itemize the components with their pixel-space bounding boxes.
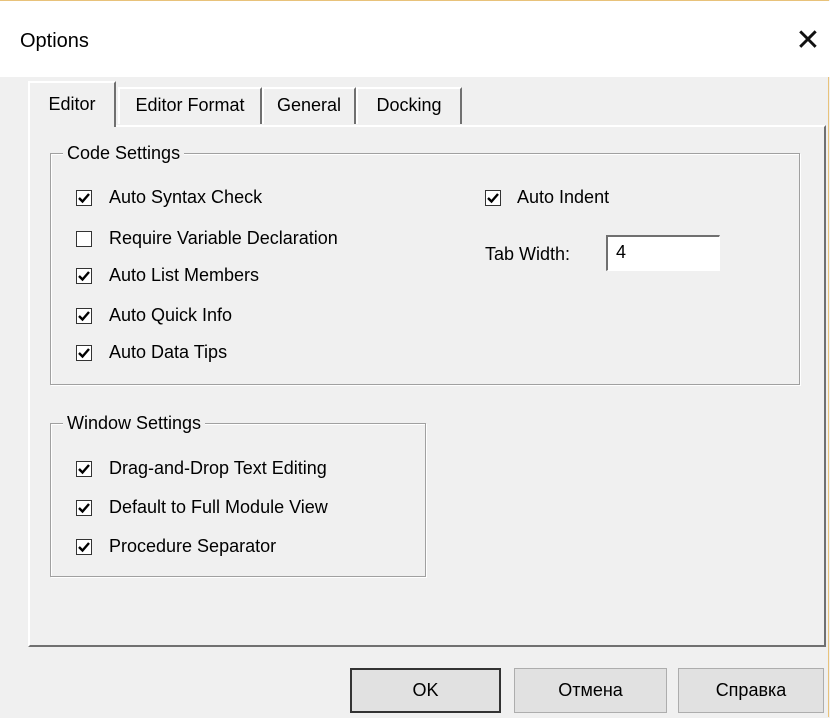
auto-list-members-checkbox[interactable]: Auto List Members [76, 265, 259, 286]
checkbox-label: Auto Indent [517, 187, 610, 207]
title-bar: Options ✕ [0, 1, 830, 77]
code-settings-legend: Code Settings [63, 141, 185, 165]
auto-syntax-check-checkbox[interactable]: Auto Syntax Check [76, 187, 262, 208]
tab-editor-format[interactable]: Editor Format [118, 87, 262, 124]
procedure-separator-checkbox[interactable]: Procedure Separator [76, 536, 276, 557]
checkbox-label: Procedure Separator [109, 536, 277, 556]
checkbox-box [76, 230, 92, 247]
checkbox-box [76, 499, 92, 516]
auto-data-tips-checkbox[interactable]: Auto Data Tips [76, 342, 227, 363]
checkbox-label: Default to Full Module View [109, 497, 328, 517]
tab-width-input[interactable]: 4 [606, 235, 720, 271]
checkbox-box [76, 189, 92, 206]
drag-and-drop-text-editing-checkbox[interactable]: Drag-and-Drop Text Editing [76, 458, 327, 479]
help-button[interactable]: Справка [678, 668, 824, 713]
require-variable-declaration-checkbox[interactable]: Require Variable Declaration [76, 228, 338, 249]
checkbox-label: Auto Syntax Check [109, 187, 263, 207]
checkbox-box [76, 460, 92, 477]
tab-general[interactable]: General [262, 87, 356, 124]
checkbox-box [76, 267, 92, 284]
checkbox-label: Auto Quick Info [109, 305, 233, 325]
tab-editor[interactable]: Editor [28, 81, 116, 127]
tab-docking[interactable]: Docking [356, 87, 462, 124]
checkbox-label: Auto Data Tips [109, 342, 228, 362]
auto-indent-checkbox[interactable]: Auto Indent [485, 187, 609, 208]
checkbox-box [76, 344, 92, 361]
checkbox-box [76, 307, 92, 324]
auto-quick-info-checkbox[interactable]: Auto Quick Info [76, 305, 232, 326]
checkbox-label: Drag-and-Drop Text Editing [109, 458, 327, 478]
ok-button[interactable]: OK [350, 668, 501, 713]
window-settings-legend: Window Settings [63, 411, 206, 435]
checkbox-label: Auto List Members [109, 265, 260, 285]
dialog-title: Options [20, 30, 89, 52]
checkbox-label: Require Variable Declaration [109, 228, 338, 248]
options-dialog: Options ✕ Editor Editor Format General D… [0, 0, 830, 717]
checkbox-box [76, 538, 92, 555]
close-icon[interactable]: ✕ [788, 21, 828, 61]
tab-width-label: Tab Width: [485, 244, 571, 264]
cancel-button[interactable]: Отмена [514, 668, 667, 713]
default-to-full-module-view-checkbox[interactable]: Default to Full Module View [76, 497, 328, 518]
checkbox-box [485, 189, 501, 206]
